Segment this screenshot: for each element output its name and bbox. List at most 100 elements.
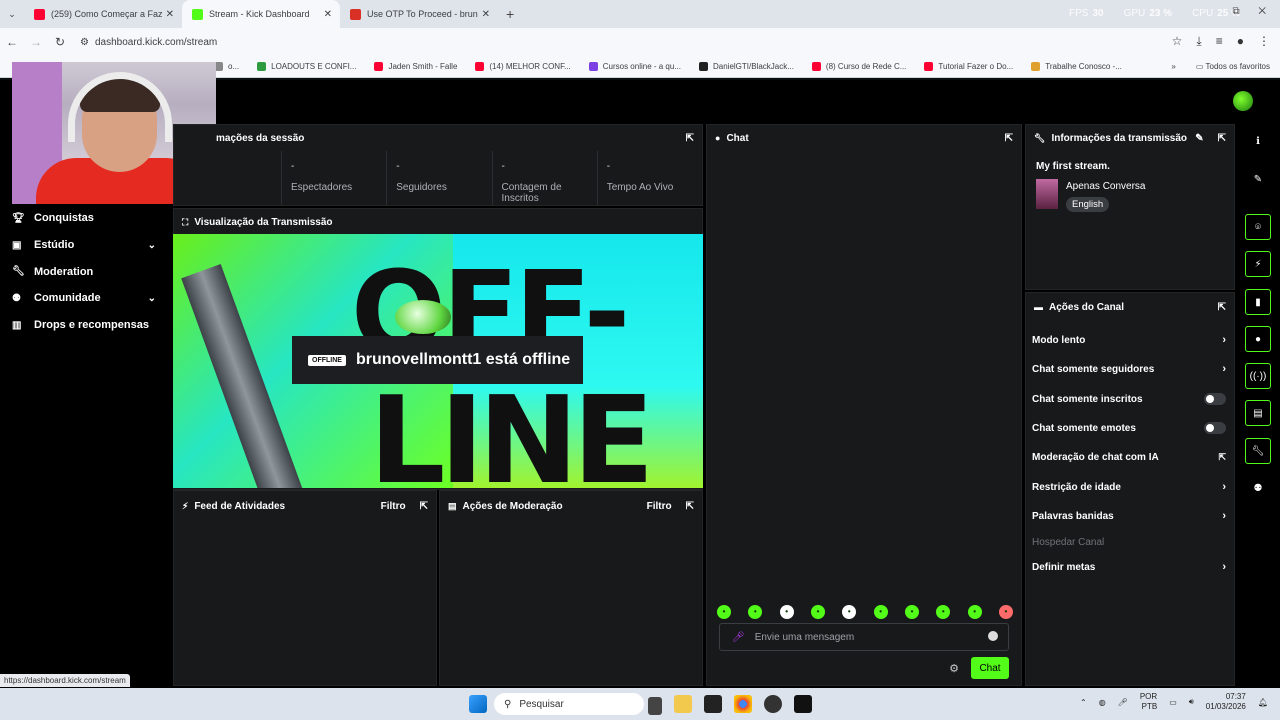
media-queue-icon[interactable]: ≡ — [1216, 34, 1223, 49]
chat-settings-gear-icon[interactable]: ⚙ — [949, 662, 959, 675]
sidebar-item-moderation[interactable]: 🔧︎ Moderation — [0, 258, 170, 285]
popout-icon[interactable]: ⇱ — [1218, 302, 1226, 313]
bookmark-item[interactable]: DanielGTI/BlackJack... — [699, 62, 794, 71]
external-link-icon: ⇱ — [1218, 451, 1226, 462]
wrench-icon[interactable]: 🔧︎ — [1245, 438, 1271, 464]
new-tab-button[interactable]: + — [498, 6, 522, 22]
edit-pencil-icon[interactable]: ✎ — [1195, 133, 1203, 144]
document-icon[interactable]: ▮ — [1245, 289, 1271, 315]
microphone-tray-icon[interactable]: 🎤︎ — [1118, 698, 1128, 707]
sidebar-item-conquistas[interactable]: 🏆︎ Conquistas — [0, 205, 170, 232]
popout-icon[interactable]: ⇱ — [686, 501, 694, 512]
close-tab-icon[interactable]: ✕ — [166, 9, 174, 20]
action-slow-mode[interactable]: Modo lento › — [1032, 329, 1226, 351]
chat-message-input[interactable]: 🎤︎ Envie uma mensagem — [719, 623, 1009, 651]
action-followers-only[interactable]: Chat somente seguidores › — [1032, 358, 1226, 380]
action-set-goals[interactable]: Definir metas › — [1032, 556, 1226, 578]
community-icon[interactable]: ⚉ — [1245, 475, 1271, 501]
bookmark-item[interactable]: (8) Curso de Rede C... — [811, 62, 906, 71]
user-avatar[interactable] — [1233, 91, 1253, 111]
emote-icon[interactable]: • — [998, 605, 1013, 619]
popout-icon[interactable]: ⇱ — [420, 501, 428, 512]
sidebar-item-drops[interactable]: ▥ Drops e recompensas — [0, 312, 170, 339]
emote-icon[interactable]: • — [967, 605, 982, 619]
tray-overflow-icon[interactable]: ⌃ — [1080, 698, 1087, 707]
chat-send-button[interactable]: Chat — [971, 657, 1009, 679]
edit-pencil-icon[interactable]: ✎ — [1245, 166, 1271, 192]
layout-icon[interactable]: ▤ — [1245, 400, 1271, 426]
browser-tab-gmail[interactable]: Use OTP To Proceed - brunovell... ✕ — [340, 0, 498, 28]
chat-bubble-icon[interactable]: ● — [1245, 326, 1271, 352]
display-tray-icon[interactable]: ▭ — [1169, 698, 1177, 707]
obs-icon[interactable] — [764, 695, 782, 713]
close-tab-icon[interactable]: ✕ — [482, 9, 490, 20]
lightning-icon[interactable]: ⚡︎ — [1245, 251, 1271, 277]
shield-icon: ▤ — [448, 500, 457, 511]
back-arrow-icon[interactable]: ← — [0, 35, 24, 49]
emote-icon[interactable]: • — [936, 605, 951, 619]
notification-bell-icon[interactable]: 🔔︎ — [1258, 698, 1268, 707]
broadcast-icon[interactable]: ((·)) — [1245, 363, 1271, 389]
microphone-icon[interactable]: 🎤︎ — [732, 632, 745, 643]
camera-scan-icon[interactable]: ⌾ — [1245, 214, 1271, 240]
info-icon[interactable]: ℹ — [1245, 128, 1271, 154]
filter-button[interactable]: Filtro — [381, 501, 406, 512]
bookmark-item[interactable]: LOADOUTS E CONFI... — [257, 62, 356, 71]
chrome-icon[interactable] — [734, 695, 752, 713]
emote-icon[interactable]: • — [842, 605, 857, 619]
bookmark-star-icon[interactable]: ☆ — [1172, 34, 1183, 49]
action-age-restriction[interactable]: Restrição de idade › — [1032, 476, 1226, 498]
capcut-icon[interactable] — [704, 695, 722, 713]
emotes-only-toggle[interactable] — [1204, 422, 1226, 434]
forward-arrow-icon[interactable]: → — [24, 35, 48, 49]
browser-tab-youtube[interactable]: (259) Como Começar a Fazer Li... ✕ — [24, 0, 182, 28]
bookmark-item[interactable]: Jaden Smith - Falle — [374, 62, 457, 71]
emote-icon[interactable]: • — [810, 605, 825, 619]
more-bookmarks-icon[interactable]: » — [1171, 62, 1175, 71]
browser-tab-kick-dashboard[interactable]: Stream - Kick Dashboard ✕ — [182, 0, 340, 28]
windows-start-icon[interactable] — [469, 695, 487, 713]
bookmark-item[interactable]: (14) MELHOR CONF... — [475, 62, 571, 71]
bookmark-item[interactable]: o... — [214, 62, 239, 71]
tab-search-chevron-icon[interactable]: ⌄ — [0, 9, 24, 20]
sidebar-item-comunidade[interactable]: ⚉ Comunidade ⌄ — [0, 285, 170, 312]
task-view-icon[interactable] — [648, 697, 662, 715]
popout-icon[interactable]: ⇱ — [1218, 133, 1226, 144]
emote-icon[interactable]: • — [779, 605, 794, 619]
window-controls[interactable]: ⧉ ✕ — [1232, 6, 1274, 17]
subscribers-only-toggle[interactable] — [1204, 393, 1226, 405]
clock[interactable]: 07:37 01/03/2026 — [1206, 692, 1246, 712]
browser-tab-strip: ⌄ (259) Como Começar a Fazer Li... ✕ Str… — [0, 0, 1280, 28]
emote-icon[interactable]: • — [873, 605, 888, 619]
file-explorer-icon[interactable] — [674, 695, 692, 713]
popout-icon[interactable]: ⇱ — [1005, 133, 1013, 144]
action-banned-words[interactable]: Palavras banidas › — [1032, 505, 1226, 527]
volume-icon[interactable]: 🔊︎ — [1189, 697, 1194, 707]
emoji-picker-icon[interactable] — [988, 631, 998, 641]
site-info-icon[interactable]: ⚙ — [80, 37, 89, 48]
network-tray-icon[interactable]: ◍ — [1099, 698, 1106, 707]
filter-button[interactable]: Filtro — [647, 501, 672, 512]
download-icon[interactable]: ⤓ — [1196, 34, 1201, 49]
reload-icon[interactable]: ↻ — [48, 35, 72, 49]
sidebar-item-label: Estúdio — [34, 239, 75, 252]
browser-menu-icon[interactable]: ⋮ — [1258, 34, 1270, 49]
search-icon: ⚲ — [504, 698, 512, 710]
emote-icon[interactable]: • — [748, 605, 763, 619]
bookmark-item[interactable]: Cursos online - a qu... — [588, 62, 681, 71]
sidebar-item-estudio[interactable]: ▣ Estúdio ⌄ — [0, 232, 170, 259]
profile-avatar-icon[interactable]: ● — [1237, 34, 1244, 49]
action-ai-moderation[interactable]: Moderação de chat com IA ⇱ — [1032, 446, 1226, 468]
bookmark-item[interactable]: Tutorial Fazer o Do... — [924, 62, 1013, 71]
sidebar: 🏆︎ Conquistas ▣ Estúdio ⌄ 🔧︎ Moderation ⚉ Com… — [0, 205, 170, 338]
close-tab-icon[interactable]: ✕ — [324, 9, 332, 20]
call-of-duty-icon[interactable] — [794, 695, 812, 713]
bookmark-item[interactable]: Trabalhe Conosco -... — [1031, 62, 1122, 71]
popout-icon[interactable]: ⇱ — [686, 133, 694, 144]
url-field[interactable]: ⚙ dashboard.kick.com/stream — [80, 37, 217, 48]
language-indicator[interactable]: POR PTB — [1140, 692, 1157, 712]
all-favorites[interactable]: » ▭ Todos os favoritos — [1171, 62, 1270, 71]
taskbar-search[interactable]: ⚲ Pesquisar — [494, 693, 644, 715]
emote-icon[interactable]: • — [717, 605, 731, 619]
emote-icon[interactable]: • — [904, 605, 919, 619]
